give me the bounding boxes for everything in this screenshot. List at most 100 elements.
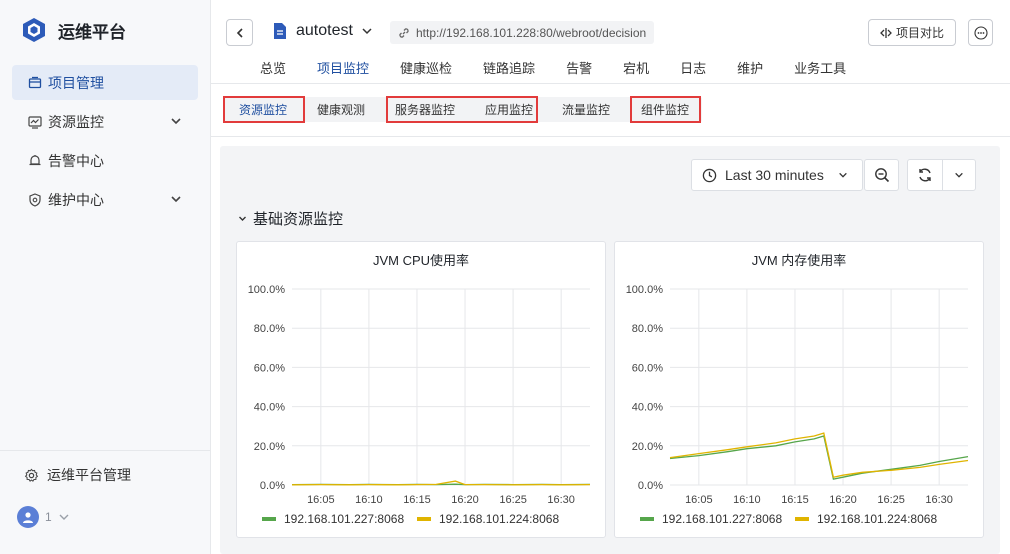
x-tick-label: 16:05 [307, 494, 335, 506]
brand-name: 运维平台 [58, 22, 126, 42]
project-url[interactable]: http://192.168.101.228:80/webroot/decisi… [390, 21, 655, 44]
clock-icon [702, 168, 717, 182]
section-header[interactable]: 基础资源监控 [238, 208, 343, 229]
highlight-box [386, 96, 538, 123]
dashboard: Last 30 minutes 基础资源监控 JVM CPU使用率 0.0% 20… [220, 146, 1000, 554]
tab-overview[interactable]: 总览 [260, 58, 286, 87]
document-icon [274, 23, 286, 39]
y-tick-label: 60.0% [254, 362, 285, 374]
section-title: 基础资源监控 [253, 211, 344, 228]
sidebar: 运维平台 项目管理 资源监控 告警中心 维护中心 运维平台管理 1 [0, 0, 211, 554]
chevron-down-icon [171, 196, 181, 203]
legend-label[interactable]: 192.168.101.227:8068 [284, 512, 404, 526]
y-tick-label: 20.0% [254, 441, 285, 453]
time-range-picker[interactable]: Last 30 minutes [691, 159, 863, 191]
folder-icon [28, 76, 42, 88]
x-tick-label: 16:15 [781, 494, 809, 506]
time-range-label: Last 30 minutes [725, 167, 824, 183]
legend-label[interactable]: 192.168.101.224:8068 [439, 512, 559, 526]
back-button[interactable] [226, 19, 253, 46]
platform-admin-label: 运维平台管理 [47, 467, 131, 483]
highlight-box [223, 96, 305, 123]
refresh-button[interactable] [907, 159, 943, 191]
chevron-down-icon [362, 28, 372, 35]
chart-panel-memory: JVM 内存使用率 0.0% 20.0% 40.0% 60.0% 80.0% 100.0%… [614, 241, 984, 538]
chevron-down-icon [839, 172, 847, 178]
y-tick-label: 0.0% [638, 480, 663, 492]
x-tick-label: 16:30 [925, 494, 953, 506]
more-horizontal-icon [973, 25, 988, 40]
series-line-1 [669, 432, 969, 478]
tab-business-tools[interactable]: 业务工具 [794, 58, 846, 87]
shield-icon [29, 192, 41, 207]
zoom-out-icon [874, 168, 889, 183]
sidebar-item-label: 项目管理 [48, 74, 104, 91]
subtab-traffic-monitor[interactable]: 流量监控 [562, 97, 610, 121]
x-tick-label: 16:25 [499, 494, 527, 506]
x-tick-label: 16:05 [685, 494, 713, 506]
sidebar-item-resource-monitor[interactable]: 资源监控 [12, 104, 198, 139]
bell-icon [29, 154, 41, 165]
chevron-down-icon [59, 514, 69, 520]
platform-admin-link[interactable]: 运维平台管理 [24, 465, 131, 485]
user-menu[interactable]: 1 [17, 506, 70, 528]
chart-panel-cpu: JVM CPU使用率 0.0% 20.0% 40.0% 60.0% 80.0% 100.0… [236, 241, 606, 538]
legend-swatch [262, 517, 276, 521]
monitor-chart-icon [28, 115, 42, 129]
sidebar-item-maintenance-center[interactable]: 维护中心 [12, 182, 198, 217]
compare-label: 项目对比 [895, 26, 944, 40]
user-icon [23, 512, 33, 523]
compare-icon [880, 27, 892, 38]
x-tick-label: 16:10 [355, 494, 383, 506]
sidebar-nav: 项目管理 资源监控 告警中心 维护中心 [12, 65, 198, 221]
sidebar-item-label: 资源监控 [48, 113, 104, 130]
zoom-out-button[interactable] [864, 159, 899, 191]
x-tick-label: 16:20 [829, 494, 857, 506]
brand[interactable]: 运维平台 [20, 16, 126, 44]
project-url-text: http://192.168.101.228:80/webroot/decisi… [416, 25, 647, 40]
tab-downtime[interactable]: 宕机 [623, 58, 649, 87]
more-options-button[interactable] [968, 19, 993, 46]
line-chart: 0.0% 20.0% 40.0% 60.0% 80.0% 100.0% 16:05 16:10… [248, 284, 591, 526]
chevron-down-icon [955, 172, 963, 178]
monitor-subtabs: 资源监控 健康观测 服务器监控 应用监控 流量监控 组件监控 [211, 85, 1010, 137]
x-tick-label: 16:10 [733, 494, 761, 506]
tab-alert[interactable]: 告警 [566, 58, 592, 87]
project-compare-button[interactable]: 项目对比 [868, 19, 956, 46]
sidebar-divider [0, 450, 211, 451]
tab-project-monitor[interactable]: 项目监控 [317, 58, 370, 87]
y-tick-label: 20.0% [632, 441, 663, 453]
legend-label[interactable]: 192.168.101.227:8068 [662, 512, 782, 526]
project-selector[interactable]: autotest [272, 22, 373, 40]
tab-trace[interactable]: 链路追踪 [483, 58, 535, 87]
x-tick-label: 16:30 [547, 494, 575, 506]
legend-swatch [795, 517, 809, 521]
y-tick-label: 100.0% [248, 284, 286, 296]
line-chart: 0.0% 20.0% 40.0% 60.0% 80.0% 100.0% 16:05 16:10… [626, 284, 969, 526]
sidebar-item-project-management[interactable]: 项目管理 [12, 65, 198, 100]
user-name: 1 [45, 510, 52, 524]
subtab-health-observe[interactable]: 健康观测 [317, 97, 365, 121]
chevron-down-icon [171, 118, 181, 125]
avatar [17, 506, 39, 528]
sidebar-item-label: 告警中心 [48, 152, 104, 169]
legend-swatch [640, 517, 654, 521]
y-tick-label: 0.0% [260, 480, 285, 492]
x-tick-label: 16:25 [877, 494, 905, 506]
tab-maintenance[interactable]: 维护 [737, 58, 763, 87]
legend-swatch [417, 517, 431, 521]
chevron-left-icon [236, 27, 243, 38]
x-tick-label: 16:20 [451, 494, 479, 506]
y-tick-label: 60.0% [632, 362, 663, 374]
sidebar-item-alert-center[interactable]: 告警中心 [12, 143, 198, 178]
legend-label[interactable]: 192.168.101.224:8068 [817, 512, 937, 526]
refresh-interval-dropdown[interactable] [942, 159, 976, 191]
series-line-0 [669, 435, 969, 480]
y-tick-label: 80.0% [254, 323, 285, 335]
project-name: autotest [296, 22, 353, 39]
y-tick-label: 100.0% [626, 284, 664, 296]
header: autotest http://192.168.101.228:80/webro… [211, 0, 1010, 87]
tab-log[interactable]: 日志 [680, 58, 706, 87]
tab-health-inspection[interactable]: 健康巡检 [400, 58, 452, 87]
link-icon [399, 27, 409, 38]
